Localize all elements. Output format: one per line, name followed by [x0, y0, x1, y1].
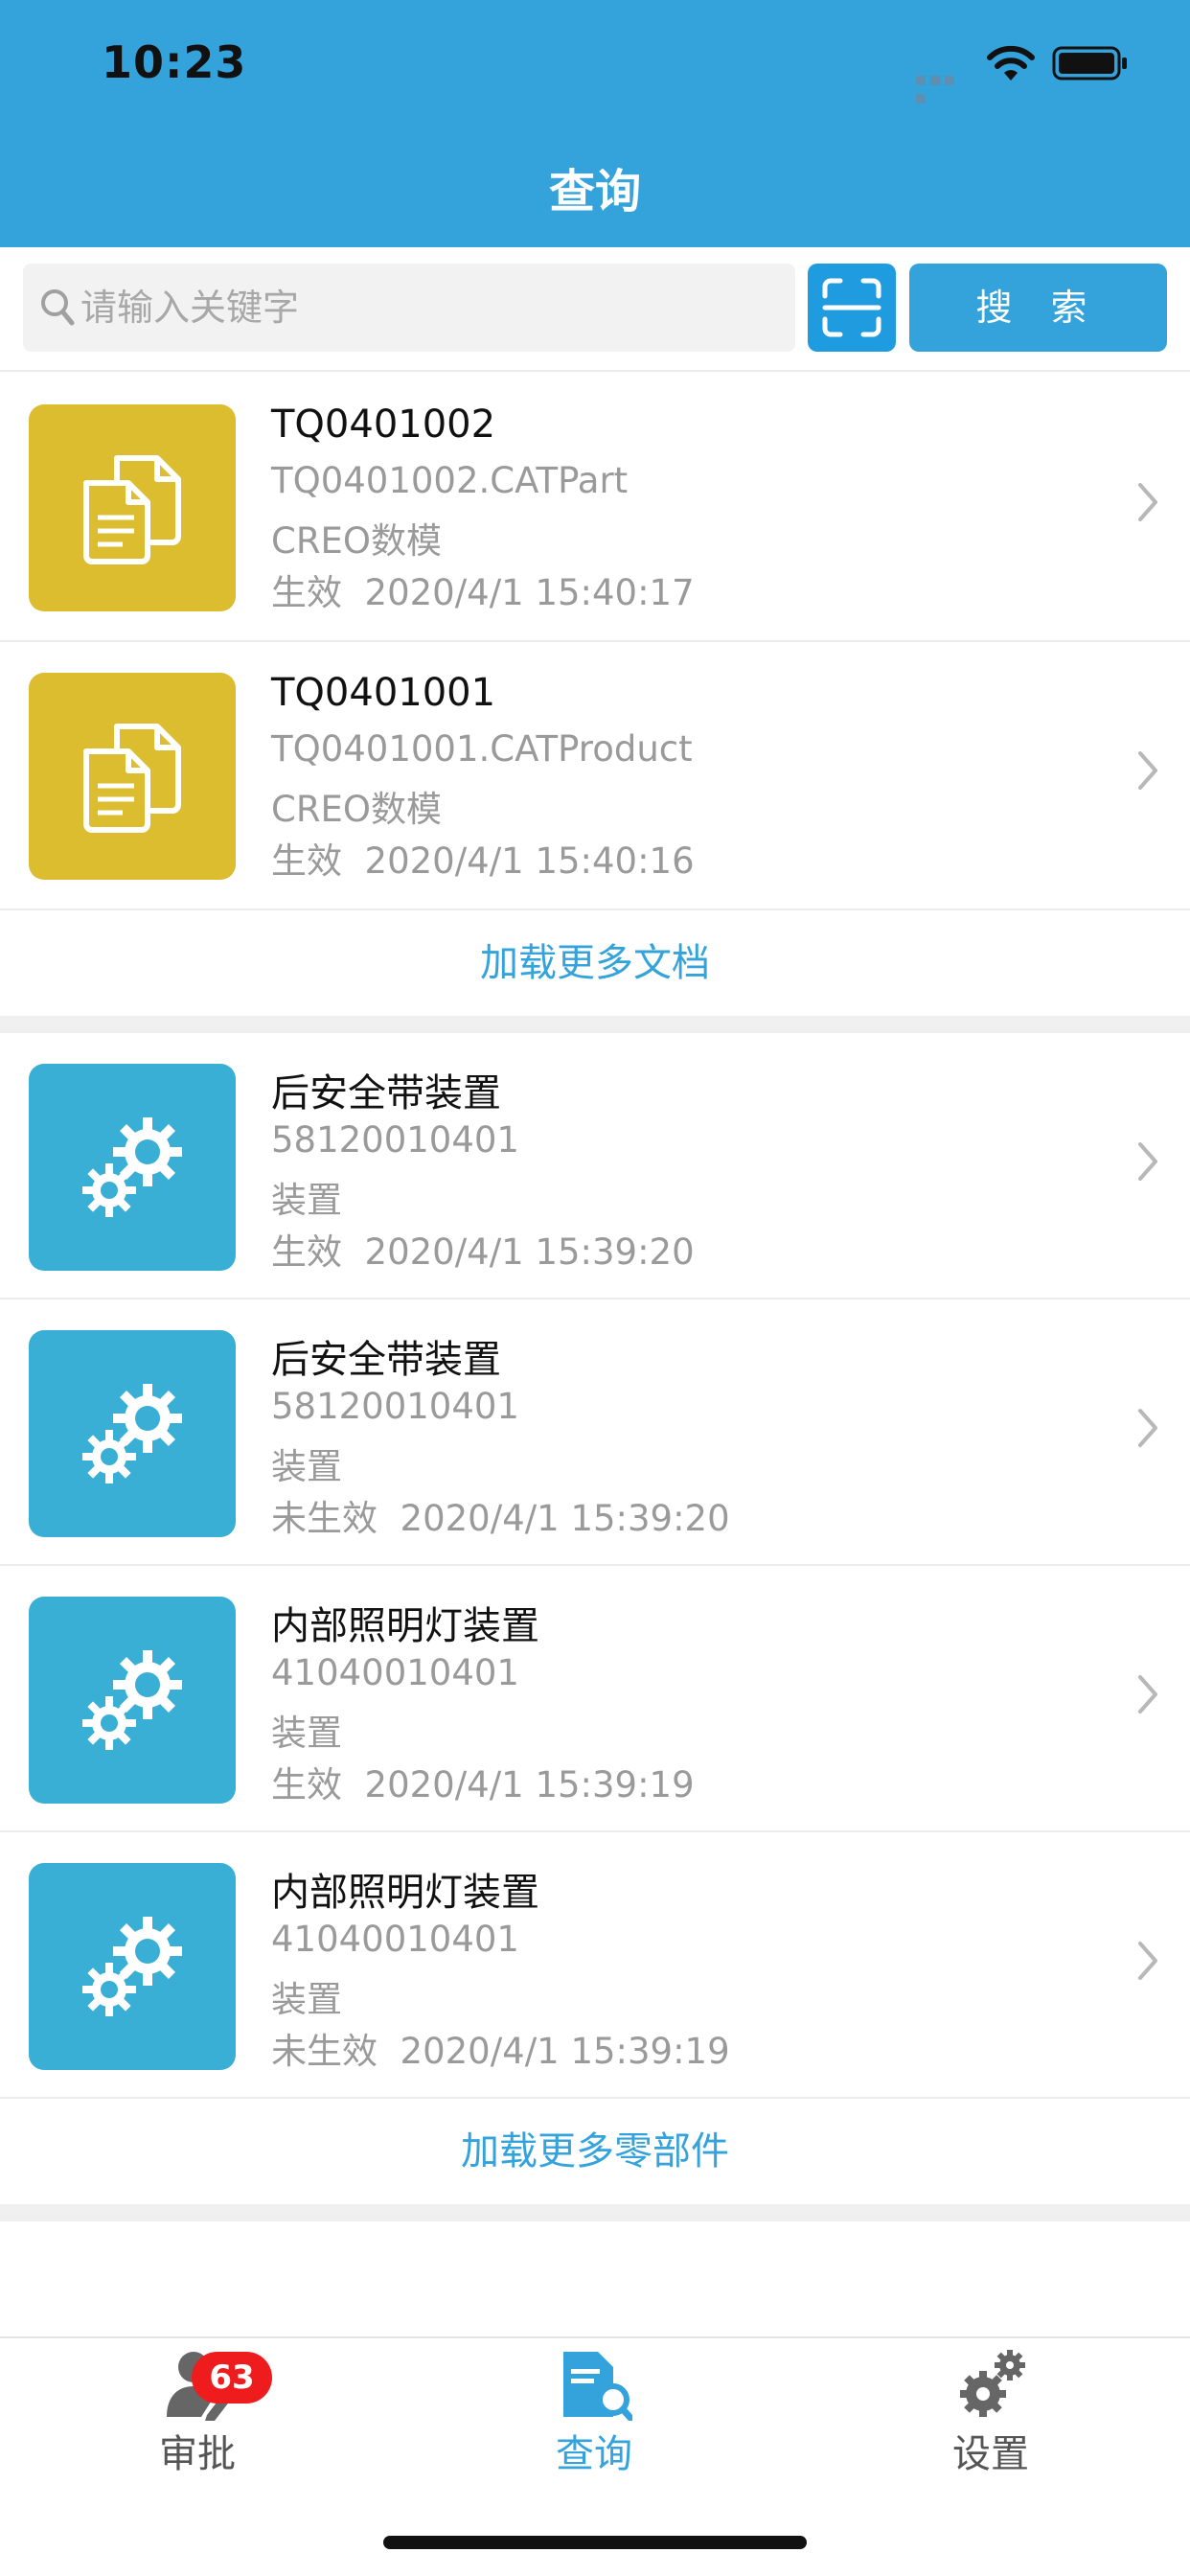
- part-number: 58120010401: [271, 1119, 519, 1161]
- document-thumbnail: [29, 404, 236, 611]
- part-status: 生效 2020/4/1 15:39:19: [271, 1756, 695, 1807]
- tab-settings[interactable]: 设置: [895, 2338, 1087, 2492]
- page-title: 查询: [548, 165, 641, 218]
- status-date: 2020/4/1 15:40:16: [364, 840, 695, 882]
- chevron-right-icon: [1138, 1675, 1157, 1714]
- part-status: 未生效 2020/4/1 15:39:19: [271, 2022, 730, 2074]
- part-type: 装置: [271, 1446, 342, 1487]
- document-filename: TQ0401002.CATPart: [271, 460, 629, 501]
- part-row[interactable]: 内部照明灯装置 41040010401 装置 未生效 2020/4/1 15:39:1…: [0, 1832, 1190, 2099]
- part-type: 装置: [271, 1713, 342, 1754]
- document-thumbnail: [29, 673, 236, 880]
- document-filename: TQ0401001.CATProduct: [271, 728, 693, 770]
- part-row[interactable]: 后安全带装置 58120010401 装置 未生效 2020/4/1 15:39:20: [0, 1300, 1190, 1566]
- tab-query[interactable]: 查询: [498, 2338, 690, 2492]
- document-icon: [83, 455, 181, 564]
- status-date: 2020/4/1 15:40:17: [364, 572, 695, 613]
- part-number: 41040010401: [271, 1652, 519, 1693]
- tab-approve-label: 审批: [159, 2432, 236, 2476]
- part-row[interactable]: 内部照明灯装置 41040010401 装置 生效 2020/4/1 15:39:19: [0, 1566, 1190, 1832]
- chevron-right-icon: [1138, 1142, 1157, 1181]
- part-thumbnail: [29, 1064, 236, 1271]
- document-title: TQ0401002: [271, 402, 496, 447]
- part-title: 后安全带装置: [271, 1071, 501, 1116]
- home-indicator: [383, 2536, 807, 2549]
- chevron-right-icon: [1138, 1409, 1157, 1447]
- document-type: CREO数模: [271, 520, 443, 562]
- search-box[interactable]: [23, 264, 795, 352]
- part-row[interactable]: 后安全带装置 58120010401 装置 生效 2020/4/1 15:39:20: [0, 1033, 1190, 1300]
- load-more-documents-button[interactable]: 加载更多文档: [0, 910, 1190, 1016]
- part-status: 未生效 2020/4/1 15:39:20: [271, 1489, 730, 1541]
- status-date: 2020/4/1 15:39:20: [400, 1498, 730, 1539]
- wifi-icon: [987, 45, 1035, 80]
- divider: [0, 370, 1190, 372]
- status-date: 2020/4/1 15:39:19: [400, 2031, 730, 2072]
- section-separator: [0, 1016, 1190, 1033]
- gears-icon: [82, 1650, 182, 1750]
- part-type: 装置: [271, 1979, 342, 2020]
- chevron-right-icon: [1138, 483, 1157, 521]
- status-text: 生效: [271, 572, 342, 613]
- load-more-parts-button[interactable]: 加载更多零部件: [0, 2099, 1190, 2204]
- gears-icon: [82, 1384, 182, 1484]
- battery-icon: [1052, 46, 1127, 80]
- part-title: 后安全带装置: [271, 1338, 501, 1382]
- chevron-right-icon: [1138, 751, 1157, 790]
- part-status: 生效 2020/4/1 15:39:20: [271, 1223, 695, 1275]
- part-thumbnail: [29, 1597, 236, 1804]
- part-title: 内部照明灯装置: [271, 1604, 539, 1648]
- status-date: 2020/4/1 15:39:20: [364, 1231, 695, 1273]
- section-separator: [0, 2204, 1190, 2221]
- document-icon: [83, 724, 181, 833]
- gears-icon: [82, 1917, 182, 2016]
- document-row[interactable]: TQ0401001 TQ0401001.CATProduct CREO数模 生效…: [0, 642, 1190, 908]
- search-icon: [41, 289, 75, 326]
- status-time: 10:23: [102, 36, 247, 88]
- gears-icon: [960, 2350, 1025, 2417]
- document-type: CREO数模: [271, 789, 443, 830]
- document-status: 生效 2020/4/1 15:40:17: [271, 564, 695, 615]
- tab-settings-label: 设置: [952, 2432, 1029, 2476]
- gears-icon: [82, 1117, 182, 1217]
- cellular-signal-icon: [916, 71, 972, 104]
- document-search-icon: [563, 2352, 632, 2421]
- part-title: 内部照明灯装置: [271, 1871, 539, 1915]
- status-text: 未生效: [271, 2031, 378, 2072]
- status-text: 未生效: [271, 1498, 378, 1539]
- status-text: 生效: [271, 840, 342, 882]
- scan-button[interactable]: [808, 264, 896, 352]
- chevron-right-icon: [1138, 1942, 1157, 1980]
- part-thumbnail: [29, 1330, 236, 1537]
- nav-header: 10:23 查询: [0, 0, 1190, 247]
- status-text: 生效: [271, 1764, 342, 1806]
- tab-query-label: 查询: [556, 2432, 632, 2476]
- status-date: 2020/4/1 15:39:19: [364, 1764, 695, 1806]
- search-input[interactable]: [73, 264, 782, 352]
- part-thumbnail: [29, 1863, 236, 2070]
- status-text: 生效: [271, 1231, 342, 1273]
- approve-count-badge: 63: [192, 2352, 272, 2404]
- search-button[interactable]: 搜 索: [909, 264, 1167, 352]
- scan-icon: [822, 278, 881, 337]
- part-number: 58120010401: [271, 1386, 519, 1427]
- document-row[interactable]: TQ0401002 TQ0401002.CATPart CREO数模 生效 20…: [0, 374, 1190, 640]
- part-type: 装置: [271, 1180, 342, 1221]
- document-status: 生效 2020/4/1 15:40:16: [271, 832, 695, 884]
- part-number: 41040010401: [271, 1919, 519, 1960]
- document-title: TQ0401001: [271, 671, 496, 715]
